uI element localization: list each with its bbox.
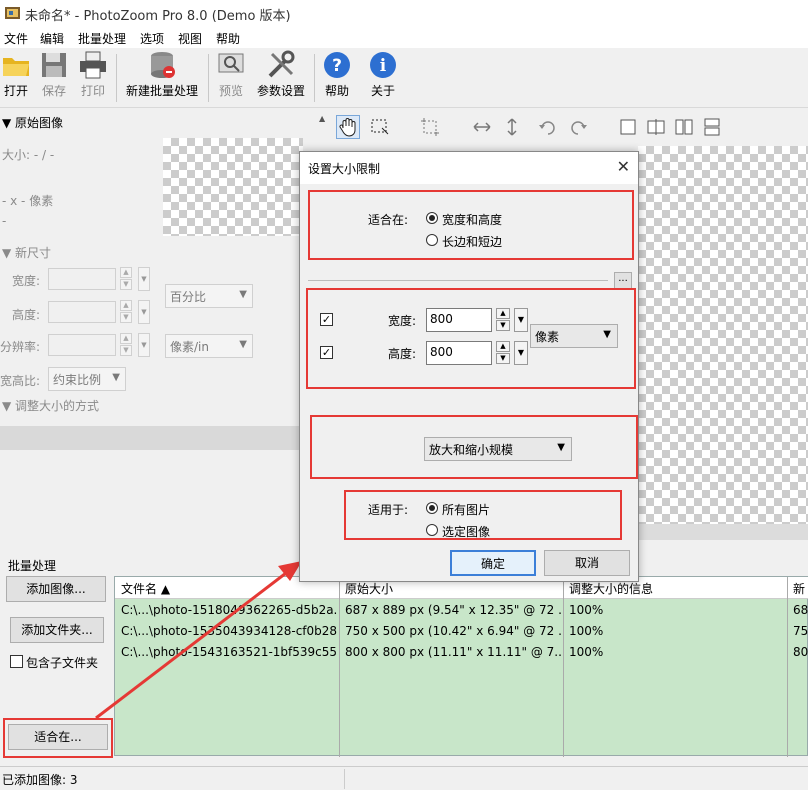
- ok-button[interactable]: 确定: [450, 550, 536, 576]
- fit-label: 适合在:: [368, 213, 409, 227]
- width-checkbox[interactable]: ✓: [320, 313, 333, 326]
- chevron-down-icon: ▼: [603, 329, 611, 340]
- height-checkbox[interactable]: ✓: [320, 346, 333, 359]
- fit-width-height-radio[interactable]: [426, 212, 438, 224]
- chevron-down-icon: ▼: [557, 442, 565, 453]
- size-limit-dialog: 设置大小限制 ✕ 适合在: 宽度和高度 长边和短边 ... ✓ 宽度: 800 …: [299, 151, 639, 582]
- dialog-title: 设置大小限制: [308, 162, 381, 176]
- dialog-height-label: 高度:: [388, 347, 417, 361]
- apply-label: 适用于:: [368, 503, 409, 517]
- dialog-height-spinner[interactable]: ▲ ▼: [496, 341, 510, 365]
- fit-long-short-label: 长边和短边: [442, 235, 503, 249]
- scale-mode-combo[interactable]: 放大和缩小规模 ▼: [424, 437, 572, 461]
- apply-all-label: 所有图片: [442, 503, 491, 517]
- fit-long-short-radio[interactable]: [426, 234, 438, 246]
- cancel-button[interactable]: 取消: [544, 550, 630, 576]
- apply-selected-radio[interactable]: [426, 524, 438, 536]
- dialog-title-bar: 设置大小限制 ✕: [300, 152, 638, 184]
- dialog-height-menu-button[interactable]: ▼: [514, 341, 528, 365]
- apply-selected-label: 选定图像: [442, 525, 491, 539]
- dialog-width-menu-button[interactable]: ▼: [514, 308, 528, 332]
- dialog-unit-combo[interactable]: 像素 ▼: [530, 324, 618, 348]
- close-icon[interactable]: ✕: [617, 157, 630, 176]
- dialog-width-input[interactable]: 800: [426, 308, 492, 332]
- dialog-width-label: 宽度:: [388, 314, 417, 328]
- dialog-height-input[interactable]: 800: [426, 341, 492, 365]
- apply-all-radio[interactable]: [426, 502, 438, 514]
- dialog-width-spinner[interactable]: ▲ ▼: [496, 308, 510, 332]
- fit-width-height-label: 宽度和高度: [442, 213, 503, 227]
- dialog-divider: [308, 280, 608, 281]
